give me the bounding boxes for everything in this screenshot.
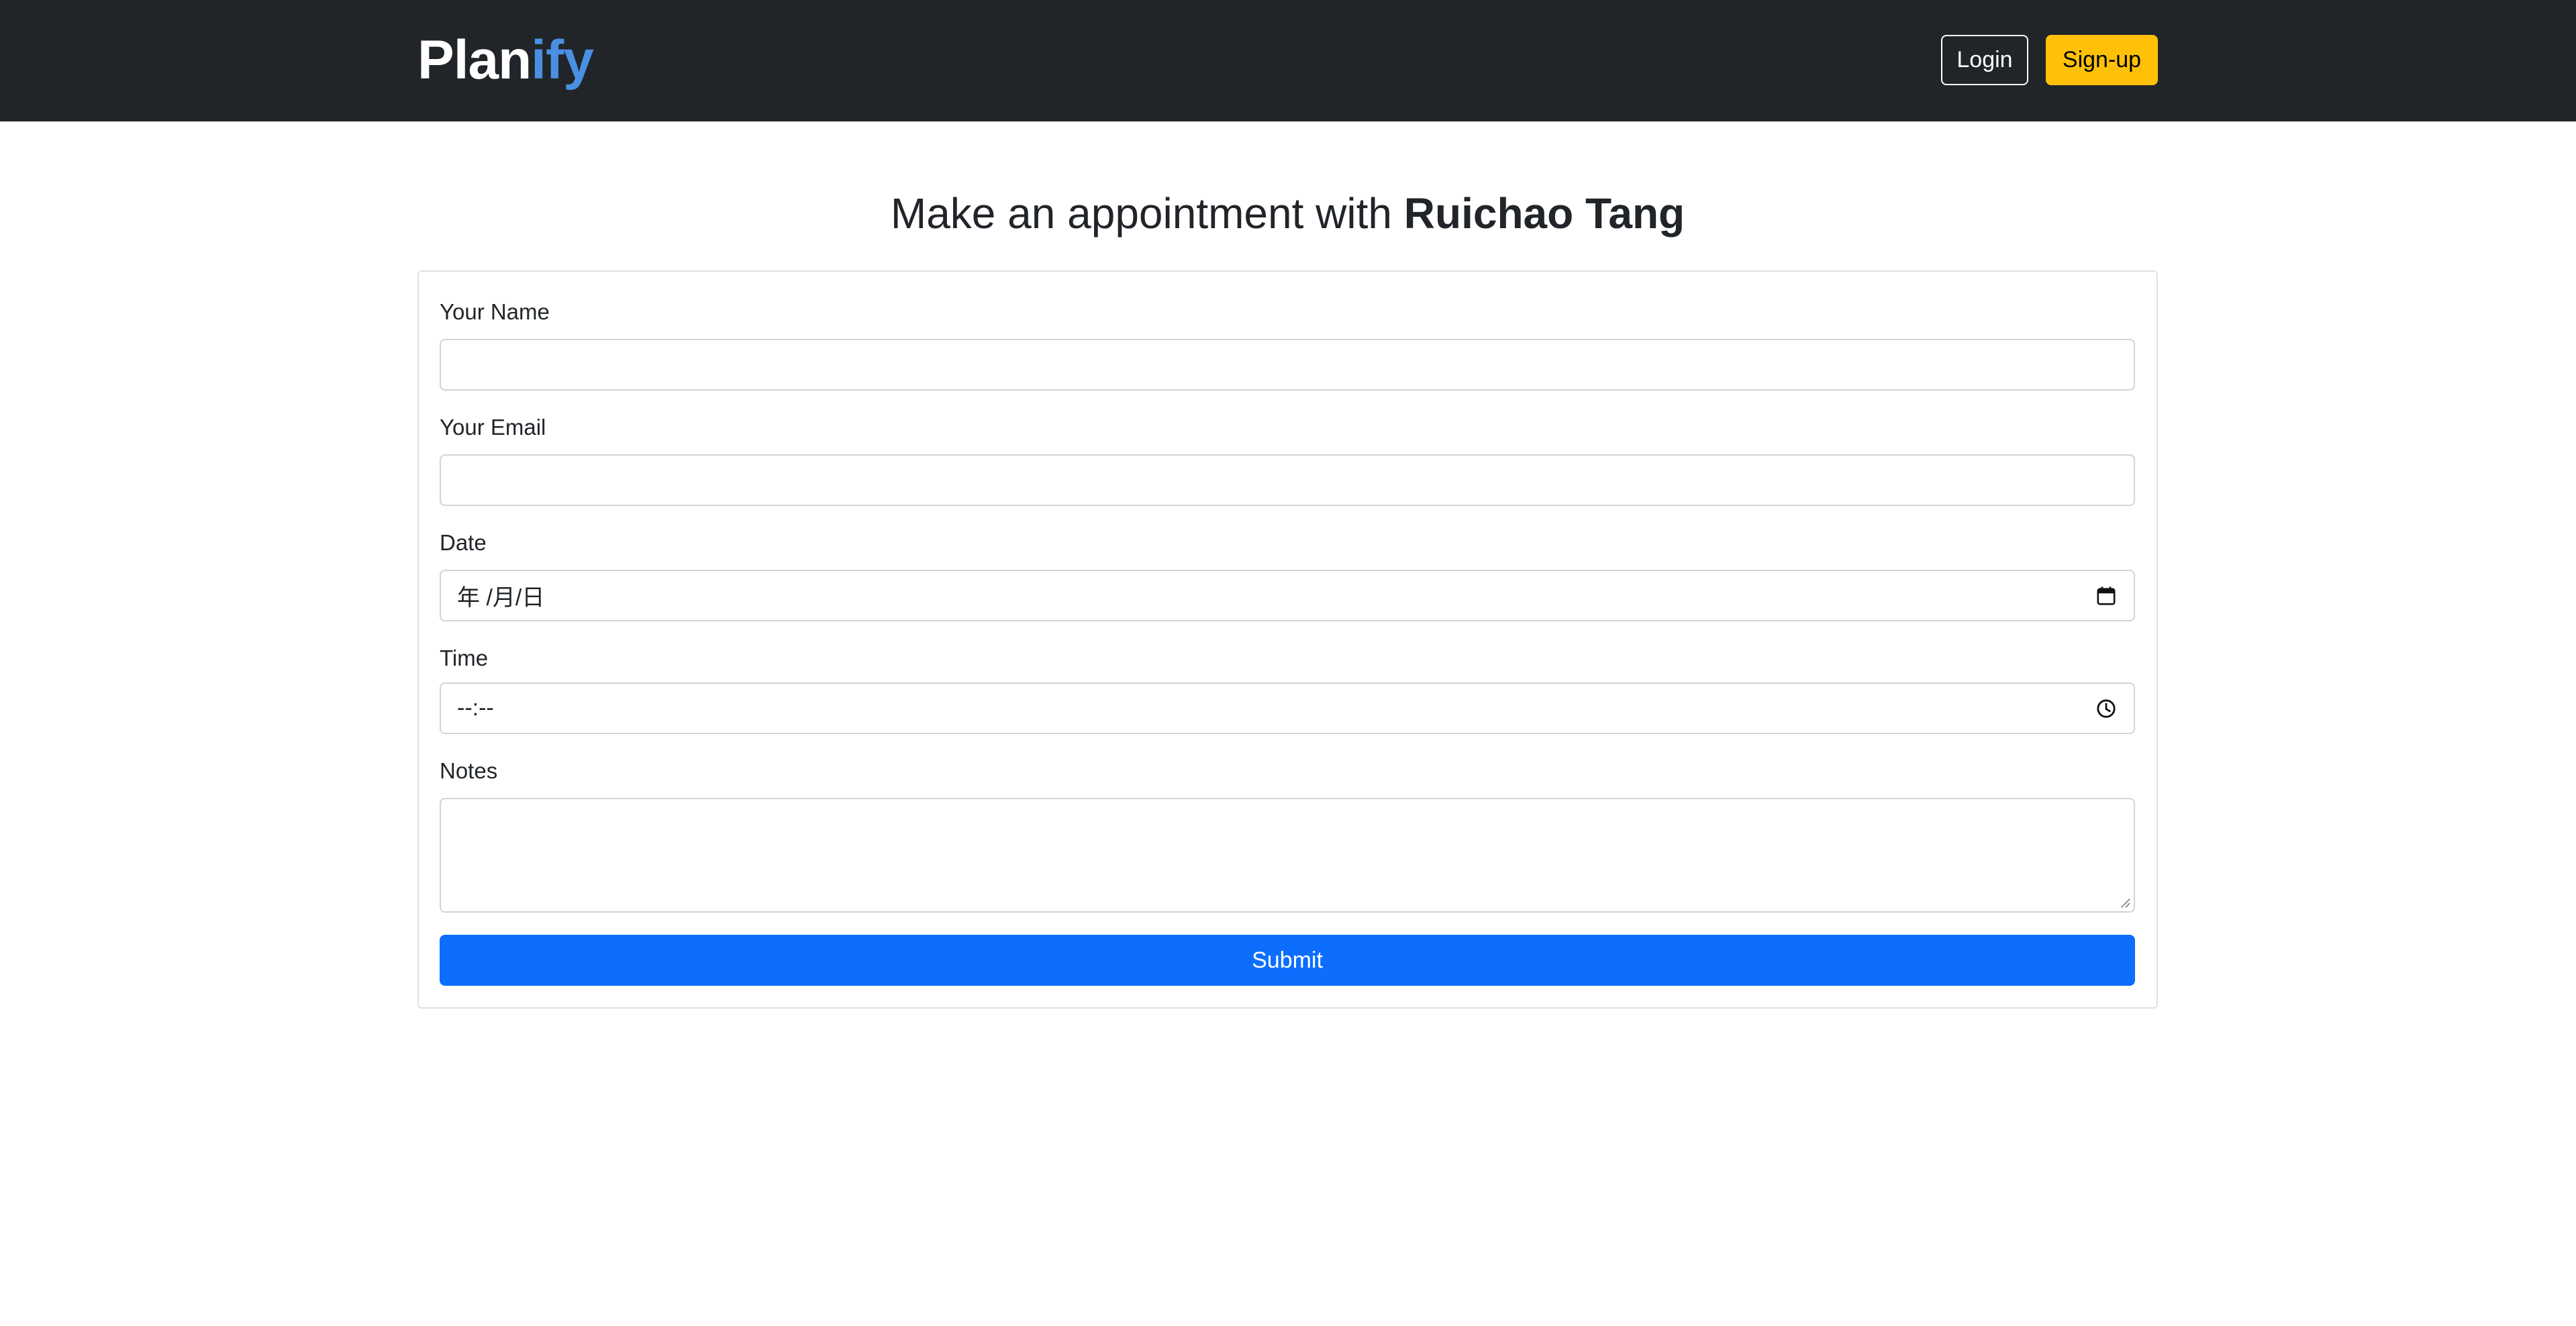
- page-title: Make an appointment with Ruichao Tang: [417, 181, 2158, 246]
- calendar-icon[interactable]: [2095, 584, 2118, 607]
- date-input-placeholder: 年 /月/日: [457, 585, 545, 611]
- brand-logo-part1: Plan: [417, 30, 532, 91]
- login-button[interactable]: Login: [1941, 35, 2028, 85]
- page-title-prefix: Make an appointment with: [890, 189, 1404, 238]
- notes-textarea[interactable]: [440, 798, 2135, 913]
- name-label: Your Name: [440, 299, 550, 324]
- resize-grip-icon[interactable]: [2119, 897, 2131, 909]
- time-input-placeholder: --:--: [457, 695, 494, 721]
- brand-logo[interactable]: Planify: [417, 27, 594, 94]
- submit-button[interactable]: Submit: [440, 935, 2135, 986]
- email-input[interactable]: [440, 454, 2135, 506]
- time-label: Time: [440, 646, 489, 670]
- clock-icon[interactable]: [2095, 697, 2118, 720]
- notes-label: Notes: [440, 758, 498, 783]
- top-navbar: Planify Login Sign-up: [0, 0, 2576, 121]
- host-name: Ruichao Tang: [1403, 189, 1685, 238]
- brand-logo-part2: ify: [531, 30, 594, 91]
- date-label: Date: [440, 530, 487, 555]
- email-label: Your Email: [440, 415, 546, 440]
- name-input[interactable]: [440, 339, 2135, 391]
- date-input[interactable]: 年 /月/日: [440, 570, 2135, 621]
- signup-button[interactable]: Sign-up: [2046, 35, 2158, 85]
- time-input[interactable]: --:--: [440, 682, 2135, 734]
